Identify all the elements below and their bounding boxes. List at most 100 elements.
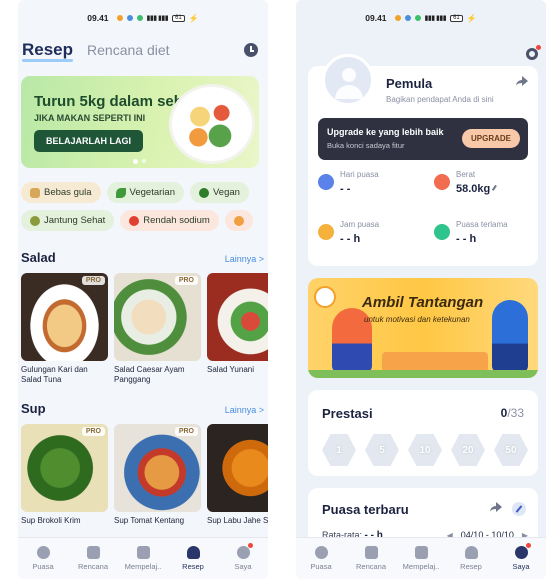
upgrade-title: Upgrade ke yang lebih baik xyxy=(327,127,444,137)
clock-icon xyxy=(318,224,334,240)
recipe-card[interactable]: PRO Gulungan Kari dan Salad Tuna xyxy=(21,273,108,385)
recipe-card[interactable]: PRO Sup Brokoli Krim xyxy=(21,424,108,526)
share-icon[interactable] xyxy=(516,76,528,86)
challenge-title: Ambil Tantangan xyxy=(362,294,484,311)
chip-vegetarian[interactable]: Vegetarian xyxy=(106,182,184,203)
profile-description[interactable]: Bagikan pendapat Anda di sini xyxy=(386,95,494,104)
avatar[interactable] xyxy=(322,54,374,106)
nav-label: Saya xyxy=(512,562,530,571)
battery-level: 61 xyxy=(175,15,182,21)
stopwatch-icon xyxy=(36,546,50,559)
chip-label: Jantung Sehat xyxy=(44,215,106,226)
recipe-card[interactable]: PRO Sup Tomat Kentang xyxy=(114,424,201,526)
notification-icon xyxy=(394,15,401,21)
achievements-card[interactable]: Prestasi 0/33 1 5 10 20 50 xyxy=(308,390,538,476)
bottom-nav: Puasa Rencana Mempelaj.. Resep Saya xyxy=(18,537,268,579)
clock-illustration xyxy=(314,286,336,308)
profile-screen: 09.41 ▮▮▮ ▮▮▮ 61 ⚡ Pemula Bagikan pendap… xyxy=(296,0,546,579)
recipe-image: PRO xyxy=(114,273,201,361)
book-icon xyxy=(86,546,100,559)
chip-bebas-gula[interactable]: Bebas gula xyxy=(21,182,101,203)
nav-puasa[interactable]: Puasa xyxy=(298,546,344,571)
nav-label: Rencana xyxy=(355,562,387,571)
recipe-image: PRO xyxy=(21,424,108,512)
recipe-title: Salad Caesar Ayam Panggang xyxy=(114,365,185,384)
upgrade-subtitle: Buka konci sadaya fitur xyxy=(327,141,405,150)
food-icon xyxy=(233,215,244,226)
nav-resep[interactable]: Resep xyxy=(170,546,216,571)
signal-icon: ▮▮▮ ▮▮▮ xyxy=(146,15,169,22)
recipe-card[interactable]: PRO Salad Caesar Ayam Panggang xyxy=(114,273,201,385)
nav-rencana[interactable]: Rencana xyxy=(70,546,116,571)
achievements-count: 0/33 xyxy=(501,406,524,420)
stat-value: - - h xyxy=(340,233,361,245)
stat-hari-puasa: Hari puasa - - xyxy=(318,170,418,202)
badge-hexagon[interactable]: 50 xyxy=(494,434,528,466)
charging-icon: ⚡ xyxy=(188,13,199,23)
learn-more-button[interactable]: BELAJARLAH LAGI xyxy=(34,130,143,152)
total-count: /33 xyxy=(507,406,524,420)
challenge-banner[interactable]: Ambil Tantangan untuk motivasi dan ketek… xyxy=(308,278,538,378)
stat-berat[interactable]: Berat 58.0kg xyxy=(434,170,534,202)
badge-hexagon[interactable]: 10 xyxy=(408,434,442,466)
chip-jantung-sehat[interactable]: Jantung Sehat xyxy=(21,210,115,231)
nav-mempelajari[interactable]: Mempelaj.. xyxy=(120,546,166,571)
banner-subtitle: JIKA MAKAN SEPERTI INI xyxy=(34,113,146,123)
chip-label: Rendah sodium xyxy=(143,215,210,226)
chip-label: Bebas gula xyxy=(44,187,92,198)
status-bar: 09.41 ▮▮▮ ▮▮▮ 61 ⚡ xyxy=(296,0,546,30)
salad-list: PRO Gulungan Kari dan Salad Tuna PRO Sal… xyxy=(18,273,268,385)
recipe-card[interactable]: Salad Yunani xyxy=(207,273,268,385)
sup-more-link[interactable]: Lainnya > xyxy=(225,405,264,415)
chip-more[interactable] xyxy=(224,210,253,231)
badge-hexagon[interactable]: 5 xyxy=(365,434,399,466)
settings-gear-icon[interactable] xyxy=(526,45,541,60)
stat-label: Berat xyxy=(456,170,476,179)
heart-food-icon xyxy=(30,215,40,226)
recipe-image xyxy=(207,273,268,361)
promo-banner[interactable]: Turun 5kg dalam sebulan JIKA MAKAN SEPER… xyxy=(21,76,259,168)
status-time: 09.41 xyxy=(365,13,387,23)
badge-hexagon[interactable]: 1 xyxy=(322,434,356,466)
nav-label: Mempelaj.. xyxy=(124,562,162,571)
recent-fasts-actions xyxy=(490,502,526,516)
notification-icon xyxy=(126,15,133,21)
nav-label: Mempelaj.. xyxy=(402,562,440,571)
profile-icon xyxy=(514,543,531,559)
section-title: Salad xyxy=(21,250,56,265)
notification-icon xyxy=(136,15,143,21)
tab-rencana-diet[interactable]: Rencana diet xyxy=(87,42,170,58)
stat-label: Puasa terlama xyxy=(456,220,508,229)
nav-mempelajari[interactable]: Mempelaj.. xyxy=(398,546,444,571)
history-clock-icon[interactable] xyxy=(244,43,258,57)
salad-more-link[interactable]: Lainnya > xyxy=(225,254,264,264)
recipe-title: Salad Yunani xyxy=(207,365,255,374)
stat-puasa-terlama: Puasa terlama - - h xyxy=(434,220,534,252)
food-bowl-image xyxy=(169,84,255,164)
nav-resep[interactable]: Resep xyxy=(448,546,494,571)
profile-name: Pemula xyxy=(386,76,433,91)
recipe-image xyxy=(207,424,268,512)
sugar-cube-icon xyxy=(30,187,40,198)
badge-hexagon[interactable]: 20 xyxy=(451,434,485,466)
stat-value: - - xyxy=(340,183,351,195)
upgrade-button[interactable]: UPGRADE xyxy=(461,129,520,148)
nav-saya[interactable]: Saya xyxy=(498,543,544,571)
battery-icon: 61 xyxy=(450,14,463,22)
nav-rencana[interactable]: Rencana xyxy=(348,546,394,571)
leaf-icon xyxy=(115,187,126,198)
header: Resep Rencana diet xyxy=(18,30,268,64)
book-icon xyxy=(364,546,378,559)
food-table-illustration xyxy=(382,352,488,372)
chip-rendah-sodium[interactable]: Rendah sodium xyxy=(120,210,219,231)
stat-jam-puasa: Jam puasa - - h xyxy=(318,220,418,252)
edit-icon[interactable] xyxy=(512,502,526,516)
edit-pencil-icon[interactable] xyxy=(492,184,501,194)
tab-resep[interactable]: Resep xyxy=(22,40,74,62)
share-icon[interactable] xyxy=(490,502,502,512)
recipe-card[interactable]: Sup Labu Jahe S xyxy=(207,424,268,526)
nav-saya[interactable]: Saya xyxy=(220,543,266,571)
nav-puasa[interactable]: Puasa xyxy=(20,546,66,571)
upgrade-card[interactable]: Upgrade ke yang lebih baik Buka konci sa… xyxy=(318,118,528,160)
chip-vegan[interactable]: Vegan xyxy=(189,182,249,203)
